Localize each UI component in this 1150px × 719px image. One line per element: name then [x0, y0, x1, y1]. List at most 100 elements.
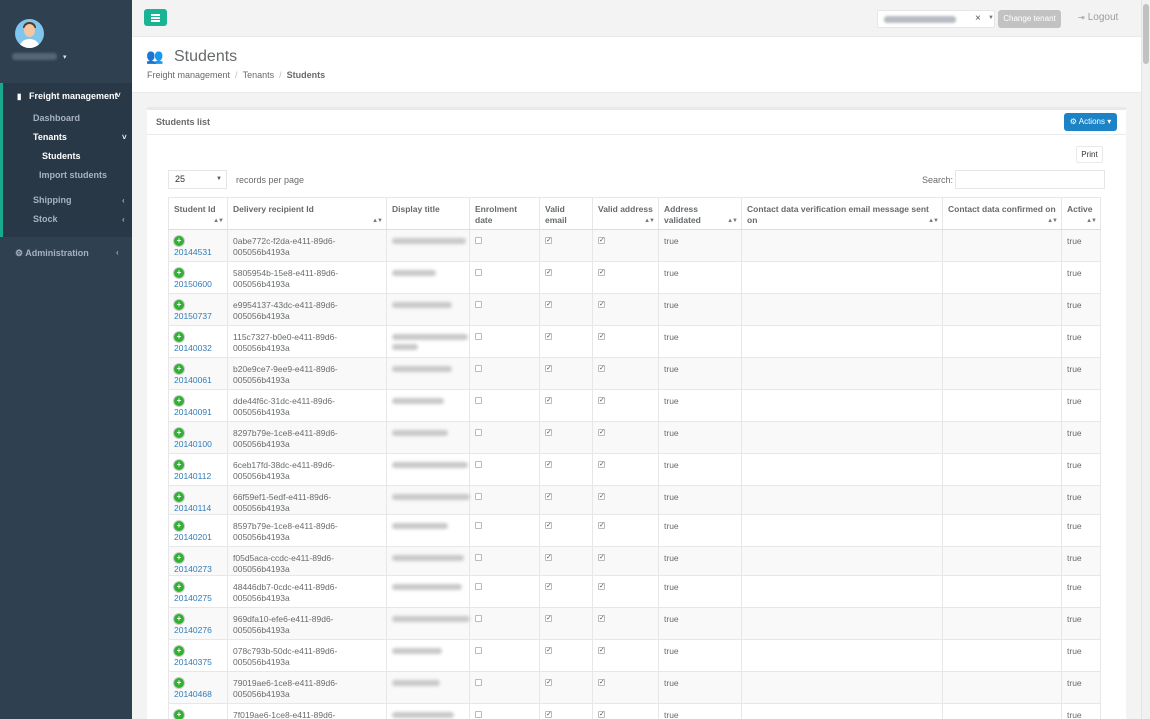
- column-header[interactable]: Active ▲▼: [1061, 196, 1101, 231]
- truck-icon: ▮: [17, 92, 22, 101]
- expand-row-icon[interactable]: +: [174, 646, 184, 657]
- table-row[interactable]: +20140276 969dfa10-efe6-e411-89d6-005056b…: [168, 607, 1101, 641]
- sidebar-item-administration[interactable]: ⚙ Administration ‹: [0, 240, 132, 266]
- cell-confirmed-on: [942, 546, 1062, 577]
- student-id-link[interactable]: 20144531: [174, 247, 212, 257]
- user-avatar[interactable]: [15, 19, 44, 48]
- expand-row-icon[interactable]: +: [174, 300, 184, 311]
- column-header[interactable]: Student Id ▲▼: [168, 196, 228, 231]
- expand-row-icon[interactable]: +: [174, 678, 184, 689]
- cell-address-validated: true: [658, 485, 742, 516]
- sidebar-item-freight-management[interactable]: ▮ Freight management ˅: [3, 83, 132, 109]
- table-row[interactable]: +201406577f019ae6-1ce8-e411-89d6-005056b…: [168, 703, 1101, 719]
- column-header[interactable]: Delivery recipient Id ▲▼: [227, 196, 387, 231]
- expand-row-icon[interactable]: +: [174, 521, 184, 532]
- expand-row-icon[interactable]: +: [174, 268, 184, 279]
- expand-row-icon[interactable]: +: [174, 236, 184, 247]
- actions-button[interactable]: ⚙ Actions ▾: [1064, 113, 1117, 131]
- cell-address-validated: true: [658, 514, 742, 548]
- table-row[interactable]: +20150737 e9954137-43dc-e411-89d6-005056b…: [168, 293, 1101, 327]
- student-id-link[interactable]: 20150600: [174, 279, 212, 289]
- page-scrollbar[interactable]: [1141, 0, 1150, 719]
- table-row[interactable]: +20140375 078c793b-50dc-e411-89d6-005056b…: [168, 639, 1101, 673]
- table-row[interactable]: +20144531 0abe772c-f2da-e411-89d6-005056b…: [168, 229, 1101, 263]
- student-id-link[interactable]: 20150737: [174, 311, 212, 321]
- student-id-link[interactable]: 20140275: [174, 593, 212, 603]
- student-id-link[interactable]: 20140276: [174, 625, 212, 635]
- student-id-link[interactable]: 20140032: [174, 343, 212, 353]
- table-row[interactable]: +20140112 6ceb17fd-38dc-e411-89d6-005056b…: [168, 453, 1101, 487]
- expand-row-icon[interactable]: +: [174, 614, 184, 625]
- expand-row-icon[interactable]: +: [174, 553, 184, 564]
- student-id-link[interactable]: 20140375: [174, 657, 212, 667]
- sidebar-item-stock[interactable]: Stock ‹: [3, 210, 132, 229]
- student-id-link[interactable]: 20140468: [174, 689, 212, 699]
- expand-row-icon[interactable]: +: [174, 364, 184, 375]
- clear-icon[interactable]: ×: [975, 13, 981, 24]
- profile-name-redacted[interactable]: [12, 53, 57, 60]
- expand-row-icon[interactable]: +: [174, 460, 184, 471]
- column-header[interactable]: Valid email: [539, 196, 593, 231]
- page-size-select[interactable]: 25 ▼: [168, 170, 227, 189]
- table-row[interactable]: +20140114 66f59ef1-5edf-e411-89d6-005056b…: [168, 485, 1101, 516]
- breadcrumb-tenants[interactable]: Tenants: [243, 70, 275, 80]
- student-id-link[interactable]: 20140201: [174, 532, 212, 542]
- table-row[interactable]: +20140091 dde44f6c-31dc-e411-89d6-005056b…: [168, 389, 1101, 423]
- table-row[interactable]: +20150600 5805954b-15e8-e411-89d6-005056b…: [168, 261, 1101, 295]
- student-id-link[interactable]: 20140091: [174, 407, 212, 417]
- check-icon: ✓: [545, 301, 552, 309]
- column-header[interactable]: Contact data verification email message …: [741, 196, 943, 231]
- breadcrumb-freight-management[interactable]: Freight management: [147, 70, 230, 80]
- cell-valid-address: ✓: [592, 546, 659, 577]
- cell-valid-email: ✓: [539, 421, 593, 455]
- table-row[interactable]: +20140201 8597b79e-1ce8-e411-89d6-005056b…: [168, 514, 1101, 548]
- logout-link[interactable]: ⇥ Logout: [1078, 12, 1118, 23]
- expand-row-icon[interactable]: +: [174, 492, 184, 503]
- column-header[interactable]: Valid address ▲▼: [592, 196, 659, 231]
- cell-display-title: [386, 639, 470, 673]
- cell-display-title: [386, 325, 470, 359]
- student-id-link[interactable]: 20140273: [174, 564, 212, 574]
- sidebar-item-label: Tenants: [33, 132, 67, 142]
- cell-active: true: [1061, 671, 1101, 705]
- student-id-link[interactable]: 20140114: [174, 503, 211, 513]
- column-header[interactable]: Display title: [386, 196, 470, 231]
- print-button[interactable]: Print: [1076, 146, 1103, 163]
- scrollbar-thumb[interactable]: [1143, 4, 1149, 64]
- nav-freight-group: ▮ Freight management ˅ Dashboard Tenants ˅…: [0, 83, 132, 237]
- sidebar-item-shipping[interactable]: Shipping ‹: [3, 191, 132, 210]
- cell-confirmed-on: [942, 671, 1062, 705]
- table-row[interactable]: +20140032 115c7327-b0e0-e411-89d6-005056b…: [168, 325, 1101, 359]
- student-id-link[interactable]: 20140061: [174, 375, 212, 385]
- expand-row-icon[interactable]: +: [174, 428, 184, 439]
- search-input[interactable]: [955, 170, 1105, 189]
- sidebar-item-label: Shipping: [33, 195, 72, 205]
- sidebar-item-import-students[interactable]: Import students: [3, 166, 132, 185]
- profile-caret-icon[interactable]: ▾: [63, 53, 67, 61]
- student-id-link[interactable]: 20140100: [174, 439, 212, 449]
- check-icon: ✓: [545, 583, 552, 591]
- expand-row-icon[interactable]: +: [174, 396, 184, 407]
- expand-row-icon[interactable]: +: [174, 332, 184, 343]
- table-row[interactable]: +20140275 48446db7-0cdc-e411-89d6-005056b…: [168, 575, 1101, 609]
- table-row[interactable]: +20140061 b20e9ce7-9ee9-e411-89d6-005056b…: [168, 357, 1101, 391]
- column-header[interactable]: Contact data confirmed on ▲▼: [942, 196, 1062, 231]
- tenant-select[interactable]: × ▼: [877, 10, 995, 28]
- sidebar-item-students[interactable]: Students: [0, 147, 132, 166]
- column-header[interactable]: Enrolment date: [469, 196, 540, 231]
- table-row[interactable]: +20140468 79019ae6-1ce8-e411-89d6-005056b…: [168, 671, 1101, 705]
- check-icon: ✓: [598, 333, 605, 341]
- column-header[interactable]: Address validated ▲▼: [658, 196, 742, 231]
- student-id-link[interactable]: 20140112: [174, 471, 211, 481]
- expand-row-icon[interactable]: +: [174, 582, 184, 593]
- change-tenant-button[interactable]: Change tenant: [998, 10, 1061, 28]
- cell-recipient-id: 66f59ef1-5edf-e411-89d6-005056b4193a: [227, 485, 387, 516]
- hamburger-icon[interactable]: [144, 9, 167, 26]
- table-row[interactable]: +20140273 f05d5aca-ccdc-e411-89d6-005056b…: [168, 546, 1101, 577]
- expand-row-icon[interactable]: +: [174, 710, 184, 719]
- sidebar-item-dashboard[interactable]: Dashboard: [3, 109, 132, 128]
- cell-valid-email: ✓: [539, 261, 593, 295]
- sidebar-item-tenants[interactable]: Tenants ˅: [3, 128, 132, 147]
- chevron-down-icon[interactable]: ▼: [988, 15, 994, 21]
- table-row[interactable]: +20140100 8297b79e-1ce8-e411-89d6-005056b…: [168, 421, 1101, 455]
